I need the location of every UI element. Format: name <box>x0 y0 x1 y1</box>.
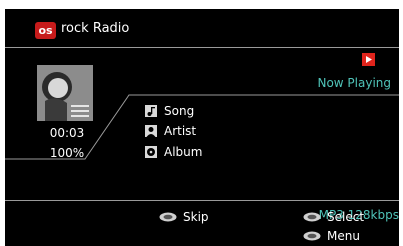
now-playing-label: Now Playing <box>317 76 391 90</box>
disc-icon <box>145 146 157 158</box>
remote-button-icon <box>159 212 177 222</box>
menu-label: Menu <box>327 229 360 243</box>
album-label: Album <box>164 145 203 159</box>
album-art-image <box>37 65 93 121</box>
play-icon[interactable] <box>362 53 375 66</box>
skip-label: Skip <box>183 210 209 224</box>
song-label: Song <box>164 104 195 118</box>
music-note-icon <box>145 105 157 117</box>
select-label: Select <box>327 210 365 224</box>
volume-level: 100% <box>49 146 85 160</box>
elapsed-time: 00:03 <box>49 126 85 140</box>
person-icon <box>145 125 157 137</box>
artist-label: Artist <box>164 124 197 138</box>
player-screen: os rock Radio Now Playing 00:03 100% Son… <box>5 9 399 246</box>
footer-divider <box>5 200 399 201</box>
remote-button-icon <box>303 231 321 241</box>
remote-button-icon <box>303 212 321 222</box>
